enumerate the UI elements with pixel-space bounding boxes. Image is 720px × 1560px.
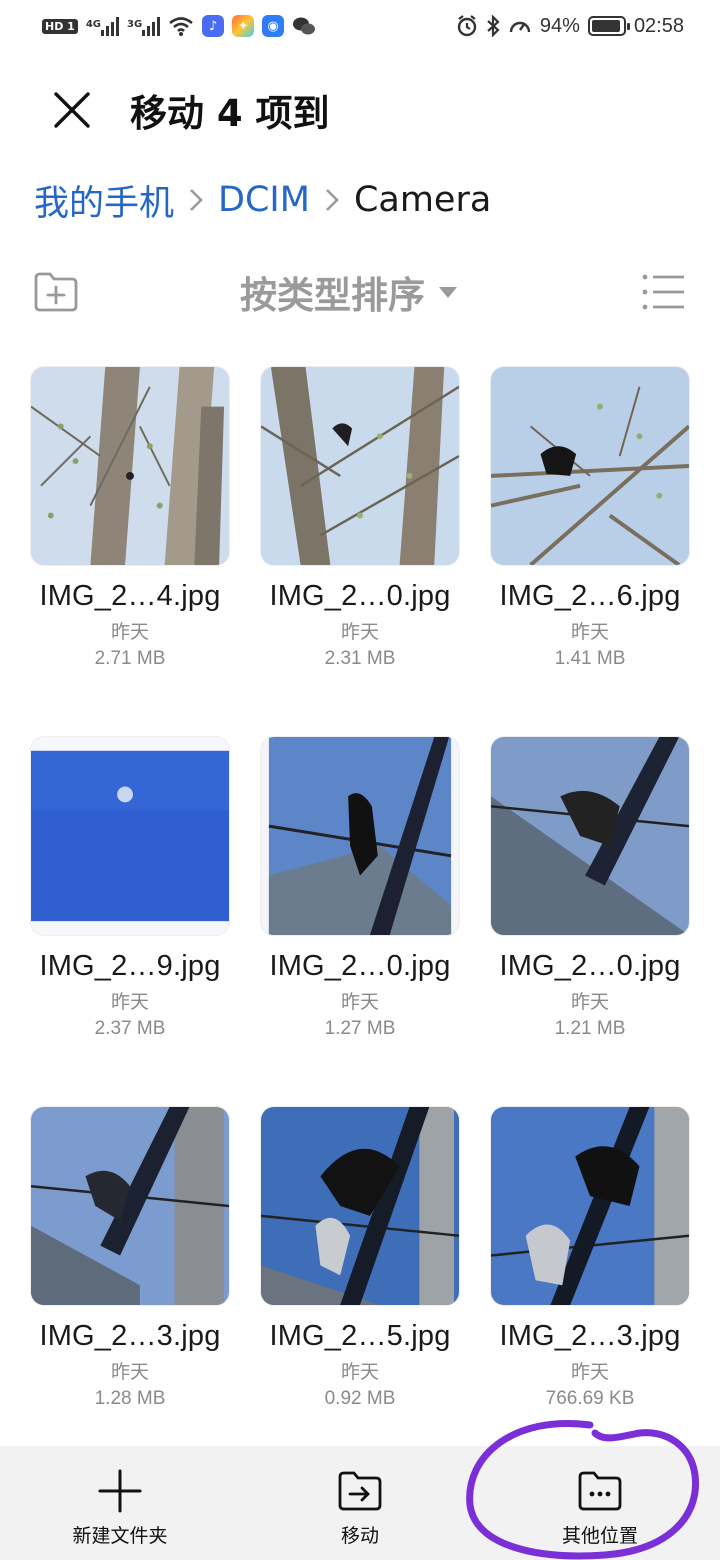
wechat-icon (293, 17, 316, 35)
chevron-right-icon (324, 185, 340, 215)
chevron-right-icon (188, 185, 204, 215)
network-type-2: 3G (127, 19, 143, 30)
status-right: 94% 02:58 (456, 15, 684, 38)
signal-bars-1-icon (101, 16, 119, 36)
music-app-icon: ♪ (202, 15, 225, 37)
list-view-icon[interactable] (640, 270, 688, 314)
move-button[interactable]: 移动 (240, 1446, 480, 1560)
plus-icon (98, 1469, 142, 1512)
thumbnail-image (490, 1106, 690, 1306)
thumbnail-image (260, 366, 460, 566)
file-item[interactable]: IMG_2…6.jpg 昨天 1.41 MB (490, 366, 690, 736)
file-name: IMG_2…5.jpg (269, 1320, 451, 1352)
network-type-1: 4G (85, 19, 101, 30)
hd-badge: HD 1 (42, 18, 78, 34)
file-item[interactable]: IMG_2…0.jpg 昨天 1.27 MB (260, 736, 460, 1106)
file-date: 昨天 (340, 1361, 379, 1383)
other-location-label: 其他位置 (561, 1524, 638, 1547)
thumbnail-image (30, 1106, 230, 1306)
file-date: 昨天 (340, 991, 379, 1013)
thumbnail-image (490, 366, 690, 566)
file-item[interactable]: IMG_2…0.jpg 昨天 2.31 MB (260, 366, 460, 736)
thumbnail-image (30, 736, 230, 936)
file-item[interactable]: IMG_2…3.jpg 昨天 766.69 KB (490, 1106, 690, 1476)
status-left: HD 1 4G 3G ♪ ✦ ◉ (42, 15, 316, 37)
file-name: IMG_2…6.jpg (499, 580, 681, 612)
thumbnail-image (30, 366, 230, 566)
file-size: 2.37 MB (94, 1018, 166, 1039)
file-item[interactable]: IMG_2…5.jpg 昨天 0.92 MB (260, 1106, 460, 1476)
file-name: IMG_2…0.jpg (499, 950, 681, 982)
toolbar: 按类型排序 (0, 260, 720, 324)
signal-bars-2-icon (142, 16, 161, 36)
breadcrumb-current: Camera (353, 180, 492, 220)
file-item[interactable]: IMG_2…9.jpg 昨天 2.37 MB (30, 736, 230, 1106)
colorful-app-icon: ✦ (232, 15, 255, 37)
wifi-icon (169, 17, 193, 36)
file-name: IMG_2…3.jpg (39, 1320, 221, 1352)
sort-label: 按类型排序 (240, 274, 425, 317)
clock: 02:58 (633, 14, 684, 37)
bluetooth-icon (487, 15, 500, 37)
file-item[interactable]: IMG_2…4.jpg 昨天 2.71 MB (30, 366, 230, 736)
new-folder-label: 新建文件夹 (72, 1524, 168, 1547)
move-label: 移动 (340, 1524, 379, 1547)
breadcrumb-my-phone[interactable]: 我的手机 (34, 175, 174, 226)
battery-percent: 94% (539, 14, 580, 37)
thumbnail-image (490, 736, 690, 936)
file-name: IMG_2…0.jpg (269, 580, 451, 612)
battery-icon (587, 16, 630, 36)
file-size: 766.69 KB (545, 1388, 635, 1409)
file-date: 昨天 (110, 621, 149, 643)
header: 移动 4 项到 (0, 70, 720, 150)
file-size: 2.71 MB (94, 648, 166, 669)
file-grid: IMG_2…4.jpg 昨天 2.71 MB IMG_2…0.jpg 昨天 2.… (30, 366, 690, 1476)
signal-1: 4G (86, 16, 119, 36)
new-folder-icon[interactable] (32, 268, 80, 316)
file-date: 昨天 (110, 1361, 149, 1383)
file-item[interactable]: IMG_2…0.jpg 昨天 1.21 MB (490, 736, 690, 1106)
signal-2: 3G (127, 16, 161, 36)
file-name: IMG_2…3.jpg (499, 1320, 681, 1352)
close-icon (54, 92, 90, 128)
other-location-button[interactable]: 其他位置 (480, 1446, 720, 1560)
file-name: IMG_2…4.jpg (39, 580, 221, 612)
breadcrumb: 我的手机 DCIM Camera (34, 172, 491, 228)
file-size: 0.92 MB (324, 1388, 396, 1409)
thumbnail-image (260, 1106, 460, 1306)
page-title: 移动 4 项到 (130, 92, 330, 135)
file-item[interactable]: IMG_2…3.jpg 昨天 1.28 MB (30, 1106, 230, 1476)
file-size: 1.41 MB (554, 648, 626, 669)
file-name: IMG_2…9.jpg (39, 950, 221, 982)
file-size: 1.28 MB (94, 1388, 166, 1409)
file-size: 2.31 MB (324, 648, 396, 669)
battery-level (591, 20, 621, 32)
folder-more-icon (578, 1471, 622, 1510)
status-bar: HD 1 4G 3G ♪ ✦ ◉ 94% 02:58 (0, 0, 720, 52)
new-folder-button[interactable]: 新建文件夹 (0, 1446, 240, 1560)
bulb-app-icon: ◉ (262, 15, 285, 37)
breadcrumb-dcim[interactable]: DCIM (218, 180, 310, 220)
file-date: 昨天 (340, 621, 379, 643)
file-date: 昨天 (110, 991, 149, 1013)
alarm-icon (457, 15, 477, 37)
file-size: 1.27 MB (324, 1018, 396, 1039)
file-date: 昨天 (570, 1361, 609, 1383)
thumbnail-image (260, 736, 460, 936)
bottom-action-bar: 新建文件夹 移动 其他位置 (0, 1446, 720, 1560)
caret-down-icon (439, 286, 457, 298)
file-date: 昨天 (570, 621, 609, 643)
file-date: 昨天 (570, 991, 609, 1013)
file-name: IMG_2…0.jpg (269, 950, 451, 982)
sort-button[interactable]: 按类型排序 (240, 264, 457, 320)
speed-icon (509, 21, 531, 33)
move-to-folder-icon (338, 1471, 382, 1510)
file-size: 1.21 MB (554, 1018, 626, 1039)
close-button[interactable] (32, 70, 112, 150)
